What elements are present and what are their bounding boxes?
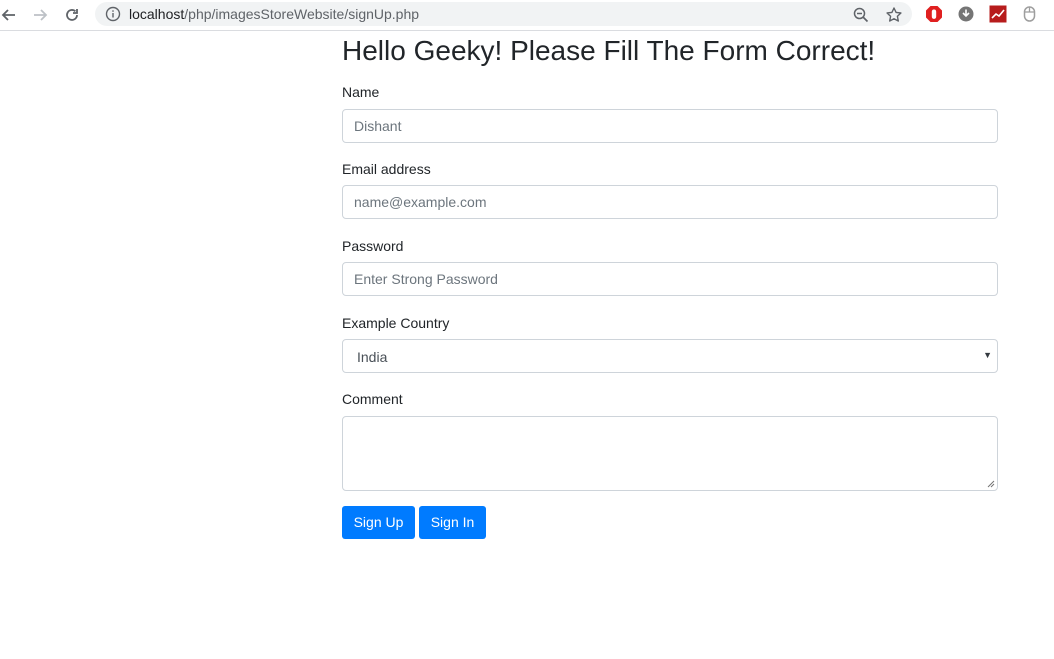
info-icon[interactable] bbox=[105, 6, 121, 22]
country-select[interactable]: India ▼ bbox=[342, 339, 998, 373]
stop-extension-icon[interactable] bbox=[925, 5, 943, 23]
zoom-icon[interactable] bbox=[852, 6, 870, 24]
sign-in-button[interactable]: Sign In bbox=[419, 506, 486, 539]
back-icon[interactable] bbox=[0, 4, 20, 26]
resize-grip-icon[interactable] bbox=[987, 480, 995, 488]
email-label: Email address bbox=[342, 161, 431, 177]
url-path: /php/imagesStoreWebsite/signUp.php bbox=[184, 6, 420, 22]
url-host: localhost bbox=[129, 6, 185, 22]
name-label: Name bbox=[342, 84, 380, 100]
password-input[interactable] bbox=[342, 262, 998, 296]
sign-up-button[interactable]: Sign Up bbox=[342, 506, 415, 539]
download-extension-icon[interactable] bbox=[957, 5, 975, 23]
country-selected-value: India bbox=[357, 349, 388, 365]
star-icon[interactable] bbox=[885, 6, 903, 24]
comment-label: Comment bbox=[342, 391, 403, 407]
forward-icon[interactable] bbox=[29, 4, 51, 26]
email-input[interactable] bbox=[342, 185, 998, 219]
reload-icon[interactable] bbox=[61, 4, 83, 26]
name-input[interactable] bbox=[342, 109, 998, 143]
page-title: Hello Geeky! Please Fill The Form Correc… bbox=[342, 35, 876, 66]
password-label: Password bbox=[342, 238, 404, 254]
address-bar[interactable]: localhost/php/imagesStoreWebsite/signUp.… bbox=[95, 2, 912, 26]
comment-textarea[interactable] bbox=[342, 416, 998, 491]
url-text: localhost/php/imagesStoreWebsite/signUp.… bbox=[129, 6, 419, 22]
chevron-down-icon: ▼ bbox=[983, 350, 992, 360]
chart-extension-icon[interactable] bbox=[989, 5, 1007, 23]
country-label: Example Country bbox=[342, 315, 450, 331]
mouse-extension-icon[interactable] bbox=[1021, 5, 1039, 23]
browser-toolbar: localhost/php/imagesStoreWebsite/signUp.… bbox=[0, 0, 1054, 31]
